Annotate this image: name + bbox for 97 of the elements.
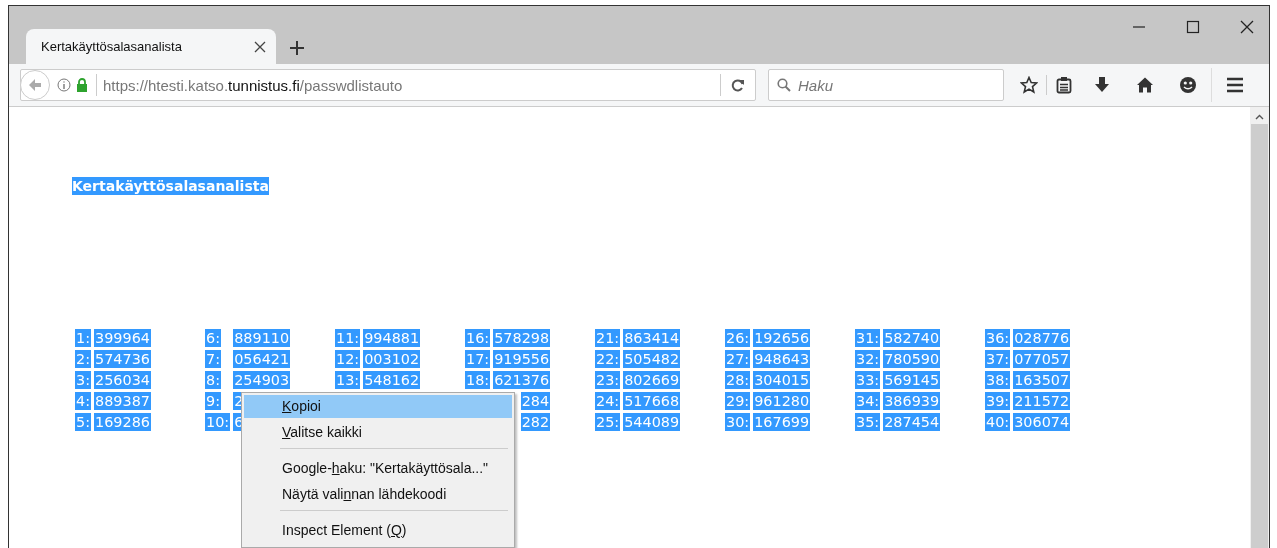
close-icon[interactable] <box>1240 20 1254 34</box>
code-value: 399964 <box>94 329 151 347</box>
code-number: 8: <box>205 371 221 389</box>
code-value: 948643 <box>753 350 811 368</box>
code-number: 26: <box>725 329 751 347</box>
code-number: 13: <box>335 371 361 389</box>
code-value: 256034 <box>94 371 151 389</box>
code-value: 192656 <box>753 329 811 347</box>
menu-icon[interactable] <box>1226 76 1244 94</box>
code-number: 25: <box>595 413 621 431</box>
code-number: 16: <box>465 329 491 347</box>
code-number: 21: <box>595 329 621 347</box>
close-icon[interactable] <box>254 40 266 53</box>
info-icon[interactable] <box>57 78 71 92</box>
menu-item[interactable]: Valitse kaikki <box>244 421 512 444</box>
code-value: 028776 <box>1013 329 1071 347</box>
code-number: 27: <box>725 350 751 368</box>
code-number: 32: <box>855 350 881 368</box>
code-number: 3: <box>75 371 91 389</box>
star-icon[interactable] <box>1020 76 1038 94</box>
menu-item[interactable]: Näytä valinnan lähdekoodi <box>244 483 512 506</box>
scrollbar[interactable] <box>1250 107 1269 548</box>
code-value: 056421 <box>233 350 291 368</box>
page-heading: Kertakäyttösalasanalista <box>72 177 269 195</box>
download-icon[interactable] <box>1093 76 1111 94</box>
menu-item[interactable]: Kopioi <box>244 395 512 418</box>
code-number: 40: <box>985 413 1011 431</box>
code-value: 386939 <box>883 392 941 410</box>
code-number: 10: <box>205 413 231 431</box>
code-value: 169286 <box>94 413 151 431</box>
code-value: 287454 <box>883 413 941 431</box>
code-number: 4: <box>75 392 91 410</box>
code-value: 574736 <box>94 350 151 368</box>
code-value: 282 <box>520 413 551 431</box>
code-number: 2: <box>75 350 91 368</box>
chevron-up-icon[interactable] <box>1255 114 1264 120</box>
code-value: 077057 <box>1013 350 1071 368</box>
code-number: 22: <box>595 350 621 368</box>
code-number: 38: <box>985 371 1011 389</box>
code-value: 889110 <box>233 329 291 347</box>
code-number: 31: <box>855 329 881 347</box>
code-number: 30: <box>725 413 751 431</box>
code-number: 24: <box>595 392 621 410</box>
code-value: 306074 <box>1013 413 1071 431</box>
code-number: 5: <box>75 413 91 431</box>
code-value: 621376 <box>493 371 551 389</box>
code-value: 994881 <box>363 329 421 347</box>
code-number: 23: <box>595 371 621 389</box>
code-value: 544089 <box>623 413 681 431</box>
clipboard-list-icon[interactable] <box>1055 76 1073 94</box>
code-value: 167699 <box>753 413 811 431</box>
code-value: 863414 <box>623 329 681 347</box>
code-number: 33: <box>855 371 881 389</box>
search-field[interactable]: Haku <box>768 69 1004 101</box>
code-value: 802669 <box>623 371 681 389</box>
code-value: 505482 <box>623 350 681 368</box>
arrow-left-icon <box>28 78 42 92</box>
code-value: 517668 <box>623 392 681 410</box>
code-value: 003102 <box>363 350 421 368</box>
code-value: 163507 <box>1013 371 1071 389</box>
plus-icon[interactable] <box>290 41 304 55</box>
maximize-icon[interactable] <box>1186 20 1200 34</box>
code-number: 11: <box>335 329 361 347</box>
code-number: 17: <box>465 350 491 368</box>
code-number: 37: <box>985 350 1011 368</box>
code-number: 12: <box>335 350 361 368</box>
code-value: 919556 <box>493 350 551 368</box>
code-value: 582740 <box>883 329 941 347</box>
code-number: 18: <box>465 371 491 389</box>
code-number: 29: <box>725 392 751 410</box>
lock-icon[interactable] <box>76 78 88 92</box>
code-value: 284 <box>520 392 551 410</box>
code-value: 254903 <box>233 371 291 389</box>
code-number: 7: <box>205 350 221 368</box>
browser-tab[interactable]: Kertakäyttösalasanalista <box>26 29 276 64</box>
home-icon[interactable] <box>1136 76 1154 94</box>
smiley-icon[interactable] <box>1179 76 1197 94</box>
code-value: 548162 <box>363 371 421 389</box>
menu-item[interactable]: Inspect Element (Q) <box>244 519 512 542</box>
code-value: 780590 <box>883 350 941 368</box>
code-value: 578298 <box>493 329 551 347</box>
code-number: 36: <box>985 329 1011 347</box>
code-number: 34: <box>855 392 881 410</box>
code-number: 28: <box>725 371 751 389</box>
code-number: 9: <box>205 392 221 410</box>
code-value: 569145 <box>883 371 941 389</box>
code-number: 35: <box>855 413 881 431</box>
code-value: 961280 <box>753 392 811 410</box>
code-number: 6: <box>205 329 221 347</box>
code-number: 1: <box>75 329 91 347</box>
reload-icon[interactable] <box>731 78 745 92</box>
code-value: 304015 <box>753 371 811 389</box>
code-number: 39: <box>985 392 1011 410</box>
code-value: 211572 <box>1013 392 1071 410</box>
search-icon <box>777 78 791 92</box>
code-value: 889387 <box>94 392 151 410</box>
menu-item[interactable]: Google-haku: "Kertakäyttösala..." <box>244 457 512 480</box>
